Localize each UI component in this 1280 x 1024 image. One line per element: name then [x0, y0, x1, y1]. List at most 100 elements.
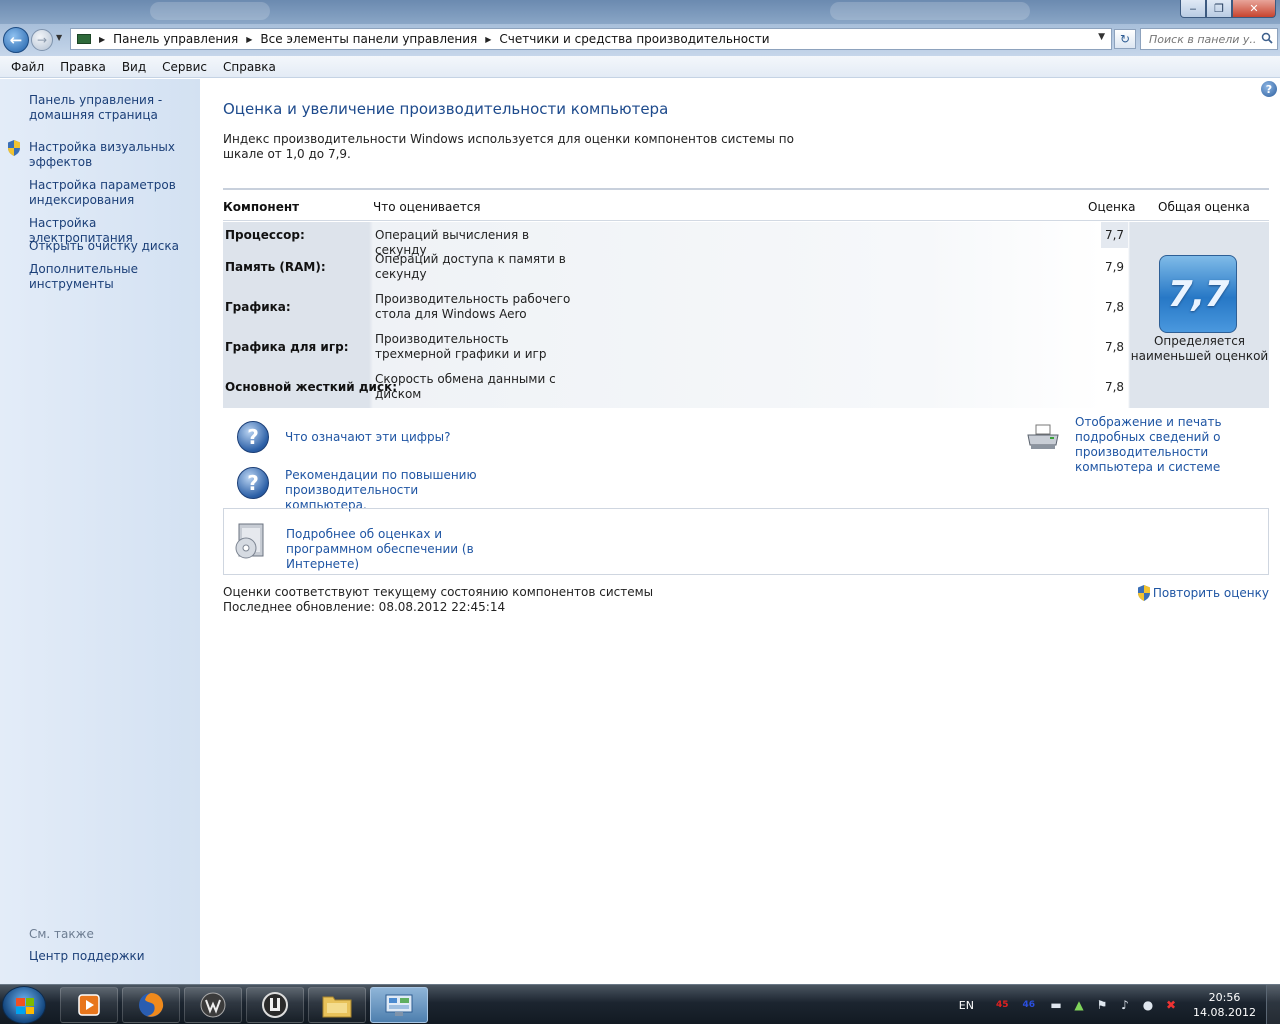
- taskbar-firefox[interactable]: [122, 987, 180, 1023]
- address-dropdown-button[interactable]: ▼: [1098, 32, 1105, 42]
- volume-icon[interactable]: ♪: [1118, 998, 1132, 1012]
- chevron-right-icon[interactable]: ▶: [99, 35, 105, 44]
- control-panel-icon: [77, 34, 91, 44]
- forward-button[interactable]: →: [31, 29, 53, 51]
- usb-device-icon[interactable]: ▬: [1049, 998, 1063, 1012]
- action-center-flag-icon[interactable]: ⚑: [1095, 998, 1109, 1012]
- component-description: Производительность рабочего стола для Wi…: [375, 292, 571, 321]
- cpu-temp-indicator[interactable]: 45: [996, 1000, 1009, 1010]
- maximize-button[interactable]: ❐: [1206, 0, 1232, 18]
- component-description: Операций доступа к памяти в секунду: [375, 252, 566, 281]
- menu-view[interactable]: Вид: [114, 60, 154, 74]
- close-button[interactable]: ✕: [1232, 0, 1276, 18]
- gpu-temp-indicator[interactable]: 46: [1022, 1000, 1035, 1010]
- titlebar-glass: [830, 2, 1030, 20]
- back-button[interactable]: ←: [3, 27, 29, 53]
- component-name: Графика:: [225, 300, 291, 314]
- start-button[interactable]: [2, 986, 46, 1024]
- column-header-component: Компонент: [223, 200, 300, 214]
- refresh-button[interactable]: ↻: [1114, 29, 1136, 49]
- status-text: Оценки соответствуют текущему состоянию …: [223, 585, 653, 615]
- search-icon[interactable]: [1261, 32, 1273, 44]
- help-icon[interactable]: ?: [1261, 81, 1277, 97]
- breadcrumb-performance[interactable]: Счетчики и средства производительности: [499, 32, 769, 46]
- online-info-box: Подробнее об оценках и программном обесп…: [223, 508, 1269, 575]
- sidebar-link-action-center[interactable]: Центр поддержки: [29, 949, 145, 963]
- printer-icon: [1027, 424, 1059, 449]
- sidebar-link-home[interactable]: Панель управления - домашняя страница: [29, 93, 194, 123]
- titlebar-glass: [150, 2, 270, 20]
- column-header-rated: Что оценивается: [373, 200, 481, 214]
- network-status-icon[interactable]: ▲: [1072, 998, 1086, 1012]
- menu-file[interactable]: Файл: [3, 60, 52, 74]
- breadcrumb-control-panel[interactable]: Панель управления: [113, 32, 238, 46]
- status-message: Оценки соответствуют текущему состоянию …: [223, 585, 654, 599]
- component-description: Скорость обмена данными с диском: [375, 372, 556, 401]
- firefox-icon: [139, 993, 164, 1017]
- component-name: Память (RAM):: [225, 260, 326, 274]
- uac-shield-icon: [1137, 585, 1150, 601]
- breadcrumb-all-items[interactable]: Все элементы панели управления: [260, 32, 477, 46]
- forward-arrow-icon: →: [36, 33, 48, 47]
- clock-time: 20:56: [1208, 991, 1241, 1004]
- game-client-icon: [262, 992, 288, 1018]
- search-box[interactable]: [1140, 28, 1278, 50]
- control-panel-icon: [385, 994, 413, 1016]
- column-header-base-score: Общая оценка: [1158, 200, 1250, 214]
- table-row: Память (RAM): Операций доступа к памяти …: [223, 252, 1128, 288]
- language-indicator[interactable]: EN: [959, 999, 974, 1012]
- column-header-score: Оценка: [1088, 200, 1136, 214]
- clock[interactable]: 20:56 14.08.2012: [1193, 990, 1256, 1020]
- breadcrumb[interactable]: ▶ Панель управления ▶ Все элементы панел…: [70, 28, 1112, 50]
- base-score-panel: 7,7 Определяется наименьшей оценкой: [1130, 222, 1269, 408]
- taskbar-media-player[interactable]: [60, 987, 118, 1023]
- component-score: 7,8: [1104, 380, 1125, 394]
- rerun-assessment-label[interactable]: Повторить оценку: [1153, 586, 1269, 600]
- what-numbers-link[interactable]: Что означают эти цифры?: [285, 430, 451, 445]
- window-controls: ‒ ❐ ✕: [1180, 0, 1276, 18]
- taskbar-control-panel[interactable]: [370, 987, 428, 1023]
- sidebar-link-indexing[interactable]: Настройка параметров индексирования: [29, 178, 194, 208]
- intro-text: Индекс производительности Windows исполь…: [223, 132, 794, 161]
- see-also-heading: См. также: [29, 927, 94, 941]
- back-arrow-icon: ←: [9, 31, 23, 49]
- table-row: Процессор: Операций вычисления в секунду…: [223, 222, 1128, 257]
- main-content: ? Оценка и увеличение производительности…: [200, 79, 1280, 984]
- print-details-link[interactable]: Отображение и печать подробных сведений …: [1075, 415, 1270, 475]
- score-table: Компонент Что оценивается Оценка Общая о…: [223, 188, 1269, 408]
- windows-logo-icon: [16, 998, 34, 1014]
- world-of-tanks-icon: [200, 992, 226, 1018]
- sidebar-link-disk-cleanup[interactable]: Открыть очистку диска: [29, 239, 194, 254]
- table-body: Процессор: Операций вычисления в секунду…: [223, 222, 1269, 408]
- menu-help[interactable]: Справка: [215, 60, 284, 74]
- antivirus-icon[interactable]: ✖: [1164, 998, 1178, 1012]
- last-update: Последнее обновление: 08.08.2012 22:45:1…: [223, 600, 506, 614]
- table-row: Основной жесткий диск: Скорость обмена д…: [223, 372, 1128, 408]
- sidebar-link-advanced-tools[interactable]: Дополнительные инструменты: [29, 262, 194, 292]
- question-icon: ?: [237, 467, 269, 499]
- taskbar-game-client[interactable]: [246, 987, 304, 1023]
- component-score: 7,7: [1101, 222, 1128, 248]
- table-row: Графика: Производительность рабочего сто…: [223, 292, 1128, 328]
- uac-shield-icon: [8, 140, 20, 156]
- chevron-right-icon[interactable]: ▶: [485, 35, 491, 44]
- sidebar-link-visual-effects[interactable]: Настройка визуальных эффектов: [29, 140, 194, 170]
- menu-tools[interactable]: Сервис: [154, 60, 215, 74]
- recent-pages-dropdown[interactable]: ▼: [56, 33, 62, 42]
- taskbar-world-of-tanks[interactable]: [184, 987, 242, 1023]
- more-info-online-link[interactable]: Подробнее об оценках и программном обесп…: [286, 527, 526, 572]
- show-desktop-button[interactable]: [1266, 985, 1280, 1024]
- chevron-right-icon[interactable]: ▶: [246, 35, 252, 44]
- taskbar-explorer[interactable]: [308, 987, 366, 1023]
- menu-edit[interactable]: Правка: [52, 60, 114, 74]
- performance-tips-link[interactable]: Рекомендации по повышению производительн…: [285, 468, 485, 513]
- minimize-button[interactable]: ‒: [1180, 0, 1206, 18]
- task-pane: Панель управления - домашняя страница На…: [0, 79, 200, 984]
- component-score: 7,8: [1104, 300, 1125, 314]
- window-titlebar: ‒ ❐ ✕: [0, 0, 1280, 24]
- component-name: Графика для игр:: [225, 340, 349, 354]
- software-box-icon: [235, 523, 264, 559]
- search-input[interactable]: [1149, 32, 1257, 46]
- rerun-assessment-link[interactable]: Повторить оценку: [1137, 585, 1269, 601]
- update-icon[interactable]: ●: [1141, 998, 1155, 1012]
